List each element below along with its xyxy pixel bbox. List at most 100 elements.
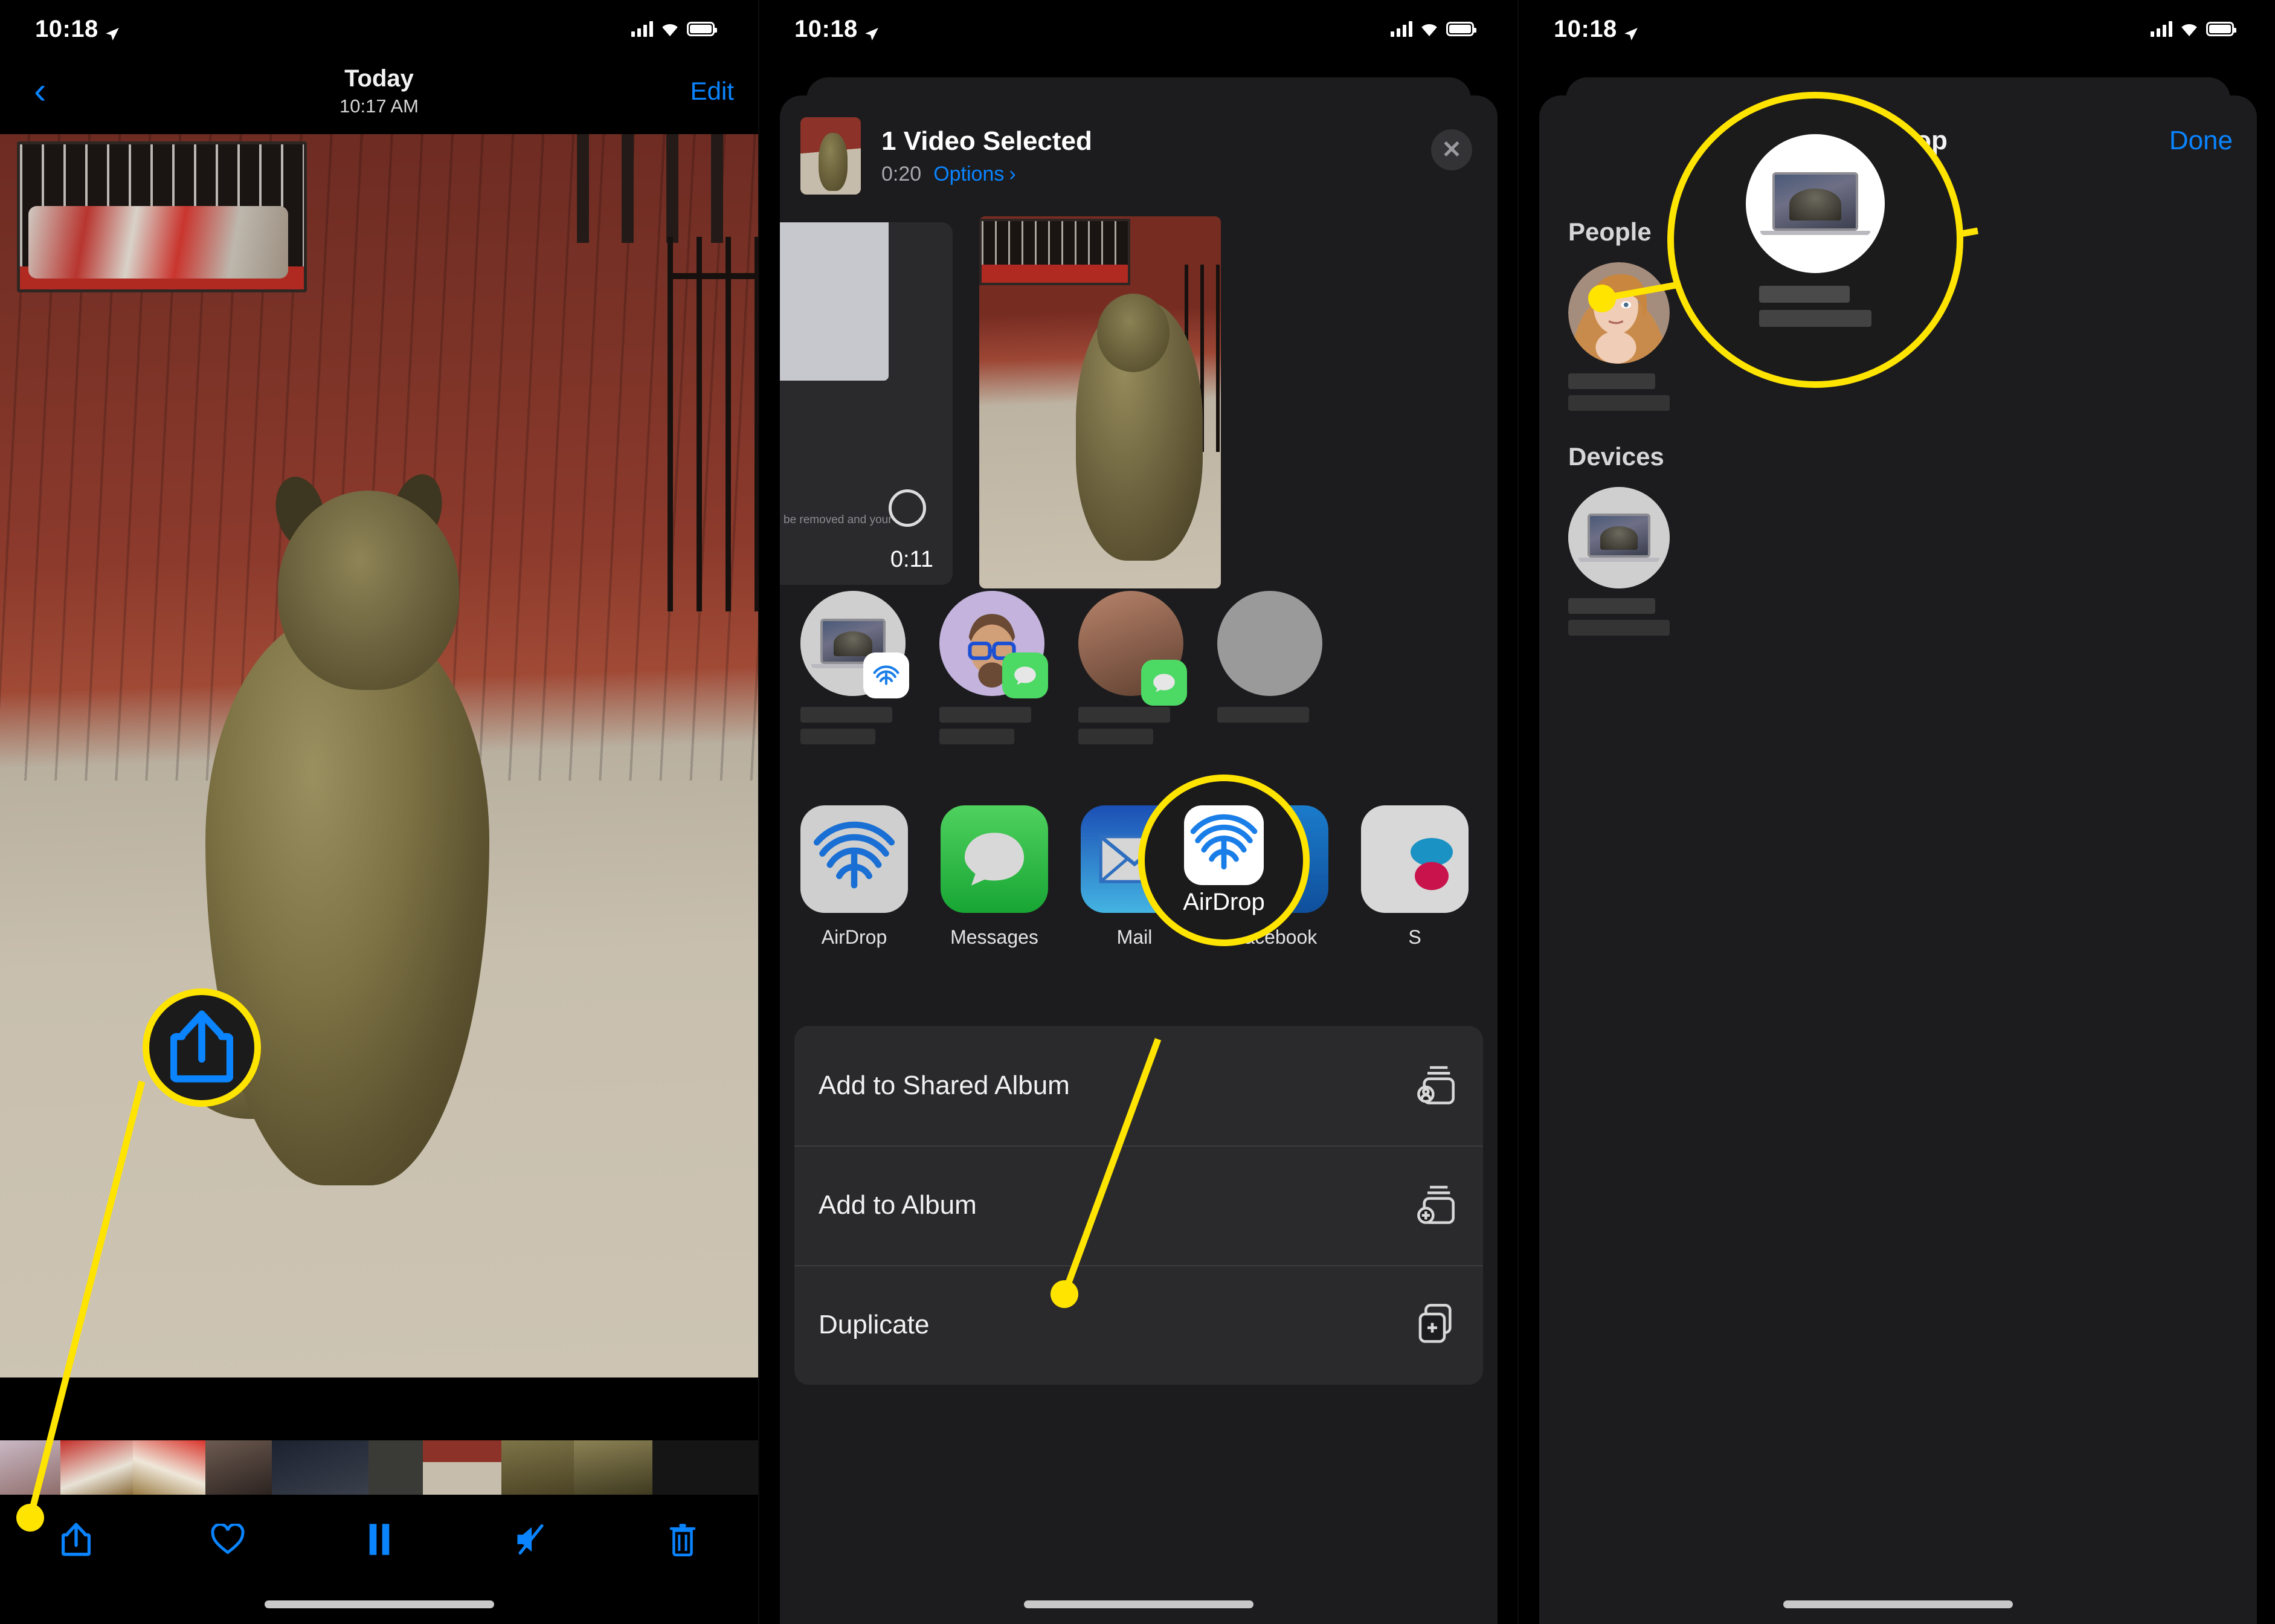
preview-card-selected[interactable] [979,216,1221,588]
video-duration: 0:20 [881,162,922,185]
app-label: Mail [1116,926,1153,948]
photo-title-block: Today 10:17 AM [0,65,758,117]
action-label: Add to Album [819,1190,977,1220]
page-subtitle: 10:17 AM [339,95,419,117]
panel-share-sheet: 10:18 1 Video Selected 0:20 Options › ✕ … [759,0,1517,1624]
page-title: Today [344,65,414,92]
avatar [1568,262,1670,364]
video-thumbnail[interactable] [800,117,861,195]
list-item[interactable] [800,591,909,778]
duplicate-icon [1415,1300,1459,1350]
status-time: 10:18 [35,15,98,42]
app-airdrop[interactable]: AirDrop [800,805,908,999]
macbook-icon [1578,514,1659,562]
options-button[interactable]: Options › [933,163,1016,186]
done-button[interactable]: Done [2169,126,2233,156]
cellular-bars-icon [2151,21,2172,37]
panel-airdrop-picker: 10:18 AirDrop Done People [1519,0,2275,1624]
section-heading-devices: Devices [1568,442,1664,471]
airdrop-icon [1184,805,1264,885]
app-label: AirDrop [821,926,887,948]
blurred-name-2 [939,729,1014,744]
pause-button[interactable] [360,1516,399,1562]
blurred-name-2 [1759,310,1871,327]
photo-filmstrip[interactable] [0,1440,758,1495]
delete-button[interactable] [663,1516,702,1562]
list-item[interactable]: Duplicate [794,1265,1483,1385]
list-item[interactable]: Add to Shared Album [794,1026,1483,1146]
status-left-3: 10:18 [1554,16,1639,43]
app-label: Messages [950,926,1038,948]
devices-row [1539,487,2257,636]
clip-duration-badge: 0:11 [890,547,933,572]
battery-icon [1446,22,1476,36]
home-indicator [1023,1600,1253,1608]
photo-nav-bar: ‹ Today 10:17 AM Edit [0,58,758,124]
blurred-name [1759,286,1850,303]
airdrop-icon [863,652,909,698]
list-item[interactable]: Add to Album [794,1146,1483,1265]
share-button[interactable] [57,1516,95,1562]
location-arrow-icon [1623,21,1639,40]
wifi-icon [661,22,679,36]
cellular-bars-icon [1391,21,1412,37]
battery-icon [687,22,717,36]
action-list: Add to Shared Album Add to Album Duplica… [794,1026,1483,1385]
options-label: Options [933,162,1005,185]
status-left-1: 10:18 [35,16,120,43]
blurred-name [1078,707,1170,723]
messages-icon [941,805,1048,913]
action-label: Add to Shared Album [819,1071,1070,1100]
close-button[interactable]: ✕ [1431,129,1472,170]
app-row: AirDrop Messages Mail Facebook S [780,805,1498,999]
blurred-name-2 [1568,620,1670,636]
share-icon [170,1008,234,1088]
blurred-name [939,707,1031,723]
list-item[interactable] [1217,591,1322,778]
avatar [1568,487,1670,588]
status-time: 10:18 [794,15,858,42]
blurred-name [1568,598,1655,614]
blurred-name-2 [1078,729,1153,744]
airdrop-person[interactable] [1568,262,1670,411]
airdrop-device-macbook[interactable] [1568,487,1670,636]
callout-label: AirDrop [1183,888,1265,915]
avatar [1217,591,1322,696]
share-header: 1 Video Selected 0:20 Options › ✕ [780,95,1498,216]
selection-circle-icon[interactable] [889,489,926,527]
people-suggestions-row [780,591,1498,778]
preview-carousel[interactable]: be removed and your 0:11 [780,216,1498,591]
blurred-name-2 [1568,395,1670,411]
list-item[interactable] [1078,591,1187,778]
blurred-name [800,707,892,723]
macbook-icon [1746,134,1885,273]
preview-card-previous[interactable]: be removed and your 0:11 [780,222,953,585]
cellular-bars-icon [631,21,653,37]
photo-canvas[interactable] [0,134,758,1378]
app-partial[interactable]: S [1361,805,1469,999]
close-icon: ✕ [1441,137,1462,163]
selection-meta: 0:20 Options › [881,163,1092,186]
back-button[interactable]: ‹ [24,72,56,110]
app-messages[interactable]: Messages [941,805,1048,999]
wifi-icon [2180,22,2198,36]
callout-bubble-device [1667,92,1963,388]
dog-crate [17,141,307,292]
table-legs [544,134,744,243]
avatar [800,591,909,698]
app-label: S [1408,926,1421,948]
avatar [939,591,1048,698]
location-arrow-icon [864,21,880,40]
favorite-button[interactable] [208,1516,247,1562]
mute-button[interactable] [512,1516,550,1562]
shared-album-icon [1415,1061,1459,1111]
blurred-name-2 [800,729,875,744]
status-left-2: 10:18 [794,16,880,43]
list-item[interactable] [939,591,1048,778]
add-album-icon [1415,1181,1459,1231]
status-right-2 [1391,21,1476,37]
selection-title: 1 Video Selected [881,126,1092,156]
home-indicator [264,1600,494,1608]
callout-bubble-share [143,988,261,1107]
edit-button[interactable]: Edit [690,77,734,106]
